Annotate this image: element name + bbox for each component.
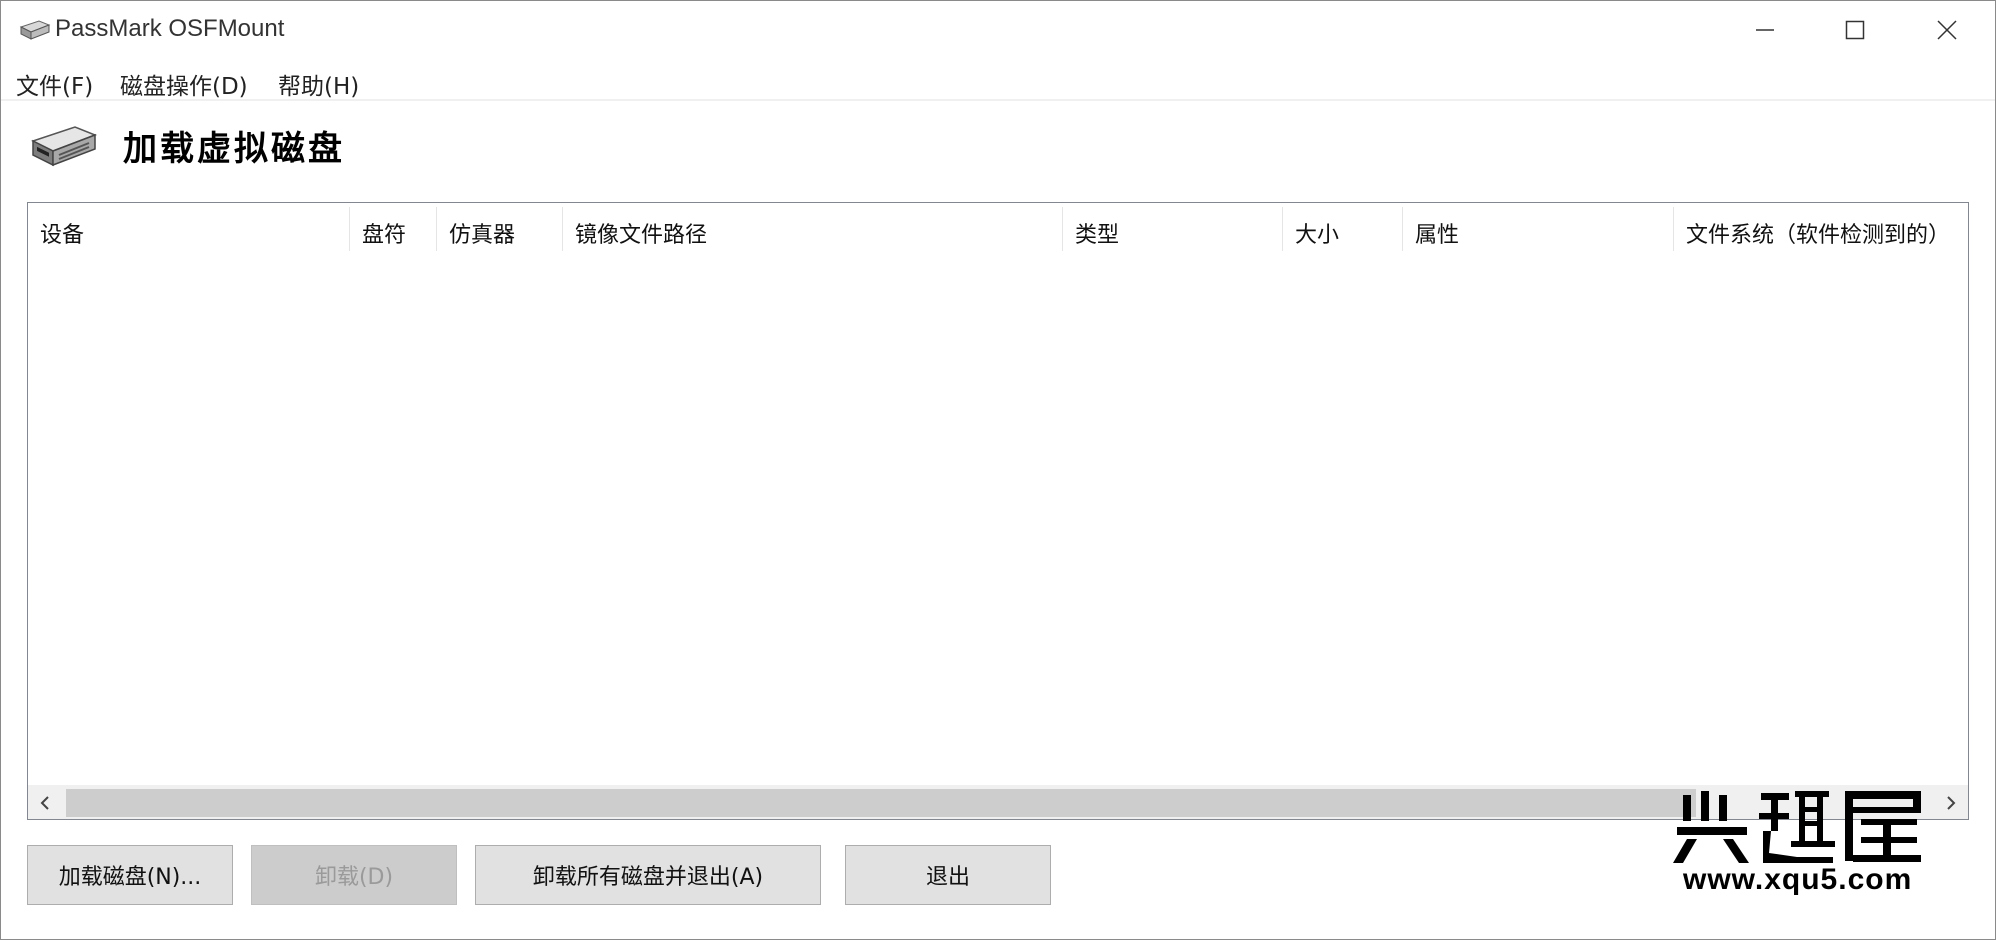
close-button[interactable] xyxy=(1901,1,1993,59)
column-attributes[interactable]: 属性 xyxy=(1403,203,1674,255)
column-size[interactable]: 大小 xyxy=(1283,203,1403,255)
exit-button[interactable]: 退出 xyxy=(845,845,1051,905)
maximize-button[interactable] xyxy=(1809,1,1901,59)
column-type[interactable]: 类型 xyxy=(1063,203,1283,255)
column-file-system[interactable]: 文件系统（软件检测到的） xyxy=(1674,203,1968,255)
minimize-icon xyxy=(1756,29,1774,31)
column-device[interactable]: 设备 xyxy=(28,203,350,255)
title-bar[interactable]: PassMark OSFMount xyxy=(1,1,1995,59)
disk-drive-icon xyxy=(19,20,51,40)
close-icon xyxy=(1937,20,1957,40)
column-emulator[interactable]: 仿真器 xyxy=(437,203,563,255)
maximize-icon xyxy=(1845,20,1865,40)
minimize-button[interactable] xyxy=(1719,1,1811,59)
menu-help[interactable]: 帮助(H) xyxy=(278,67,359,101)
menu-bar: 文件(F) 磁盘操作(D) 帮助(H) xyxy=(1,59,1995,101)
mounted-disks-list[interactable]: 设备 盘符 仿真器 镜像文件路径 类型 大小 属性 文件系统（软件检测到的） xyxy=(27,202,1969,820)
disk-drive-icon xyxy=(31,126,98,167)
menu-disk-operations[interactable]: 磁盘操作(D) xyxy=(120,67,248,101)
table-header: 设备 盘符 仿真器 镜像文件路径 类型 大小 属性 文件系统（软件检测到的） xyxy=(28,203,1968,255)
osfmount-window: PassMark OSFMount 文件(F) 磁盘操作(D) 帮助(H) 加载… xyxy=(0,0,1996,940)
scroll-left-button[interactable] xyxy=(28,786,62,820)
page-title: 加载虚拟磁盘 xyxy=(123,129,345,169)
column-drive-letter[interactable]: 盘符 xyxy=(350,203,437,255)
window-title: PassMark OSFMount xyxy=(55,15,285,42)
chevron-right-icon xyxy=(1947,796,1956,810)
watermark-logo xyxy=(1673,791,1921,863)
watermark-url: www.xqu5.com xyxy=(1683,863,1913,896)
column-image-path[interactable]: 镜像文件路径 xyxy=(563,203,1063,255)
menu-file[interactable]: 文件(F) xyxy=(16,67,93,101)
unmount-button[interactable]: 卸载(D) xyxy=(251,845,457,905)
scroll-right-button[interactable] xyxy=(1934,786,1968,820)
unmount-all-exit-button[interactable]: 卸载所有磁盘并退出(A) xyxy=(475,845,821,905)
mount-disk-button[interactable]: 加载磁盘(N)... xyxy=(27,845,233,905)
scrollbar-thumb[interactable] xyxy=(66,789,1696,817)
chevron-left-icon xyxy=(40,796,49,810)
